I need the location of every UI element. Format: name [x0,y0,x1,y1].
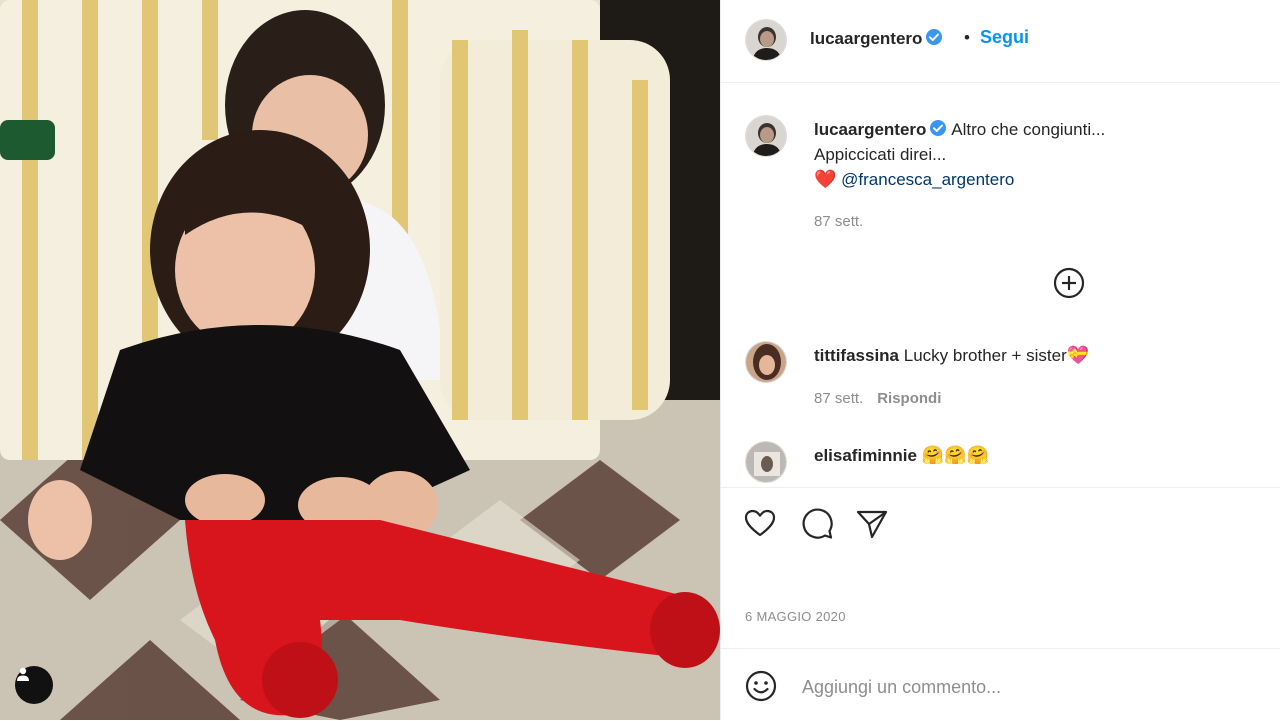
caption-avatar-image [746,116,786,156]
verified-badge-icon [926,29,943,45]
caption-age: 87 sett. [814,213,864,230]
comment-text: tittifassina Lucky brother + sister💝 [814,345,1089,366]
reply-button[interactable]: Rispondi [877,390,941,407]
commenter-avatar[interactable] [745,441,787,483]
comment-bubble-icon[interactable] [800,507,834,541]
user-tag-button[interactable] [15,666,53,704]
mention-link[interactable]: @francesca_argentero [841,170,1014,189]
user-tag-icon [17,667,29,681]
post-side-panel: lucaargentero • Segui lucaargentero Altr… [720,0,1280,720]
photo-illustration [0,0,720,720]
header-separator: • [964,28,970,47]
post-photo[interactable] [0,0,720,720]
commenter-avatar-image [746,342,786,382]
comment-meta: 87 sett. Rispondi [814,390,941,407]
author-username[interactable]: lucaargentero [810,29,922,48]
commenter-avatar-image [746,442,786,482]
comment-body: Lucky brother + sister [903,346,1067,365]
post-date: 6 MAGGIO 2020 [745,609,846,624]
follow-button[interactable]: Segui [980,27,1029,48]
comments-list[interactable]: lucaargentero Altro che congiunti... App… [721,83,1280,487]
comment-emoji: 🤗🤗🤗 [921,445,989,466]
paper-plane-icon[interactable] [855,507,889,541]
verified-badge-icon [930,120,947,136]
comment-age: 87 sett. [814,390,864,407]
plus-circle-icon[interactable] [1052,266,1086,300]
comment-input[interactable] [800,671,1244,703]
author-avatar[interactable] [745,19,787,61]
caption-author-avatar[interactable] [745,115,787,157]
red-heart-emoji: ❤️ [814,169,837,190]
smiley-icon[interactable] [744,669,778,703]
caption-line-1: Altro che congiunti... [951,120,1106,139]
author-avatar-image [746,20,786,60]
post-actions: 6 MAGGIO 2020 [721,487,1280,648]
comment-text: elisafiminnie 🤗🤗🤗 [814,445,989,466]
comment-emoji: 💝 [1066,345,1090,366]
heart-icon[interactable] [743,507,777,541]
post-header: lucaargentero • Segui [721,0,1280,83]
caption-text: lucaargentero Altro che congiunti... App… [814,117,1244,192]
caption-line-2: Appiccicati direi... [814,145,947,164]
caption-username[interactable]: lucaargentero [814,120,926,139]
add-comment-bar [721,648,1280,721]
commenter-username[interactable]: elisafiminnie [814,446,917,465]
commenter-username[interactable]: tittifassina [814,346,899,365]
commenter-avatar[interactable] [745,341,787,383]
